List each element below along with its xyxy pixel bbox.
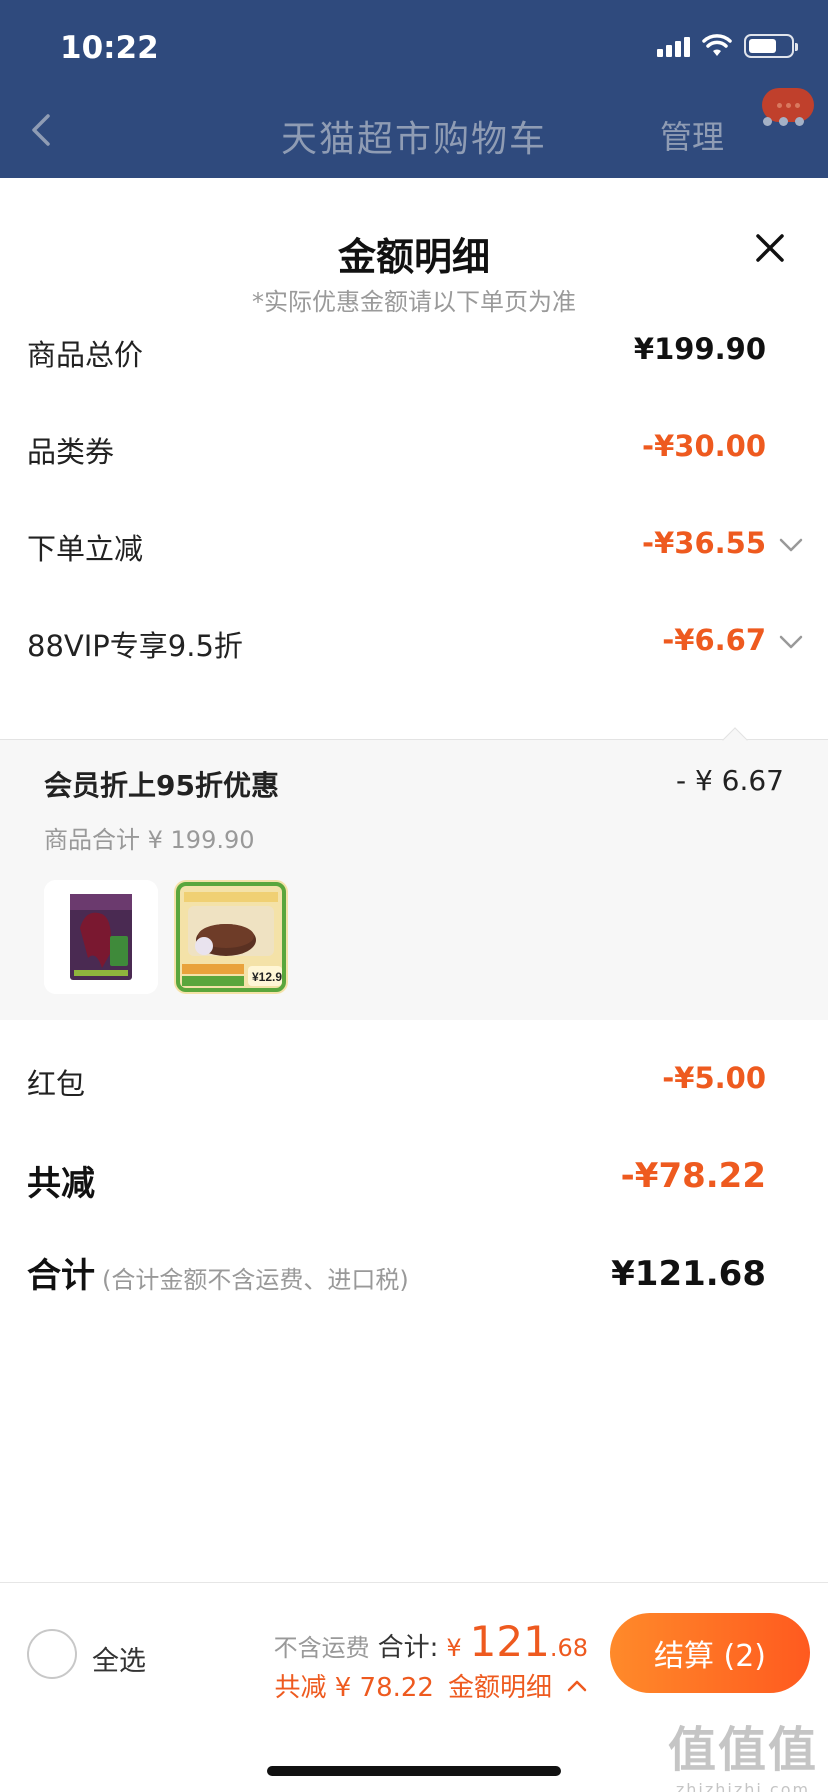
header-overlay: 10:22 天猫超市购物车 管理 <box>0 0 828 178</box>
vip-discount-panel: 会员折上95折优惠 - ¥ 6.67 商品合计 ¥ 199.90 ¥12.9 <box>0 740 828 1020</box>
chevron-up-icon[interactable] <box>566 1675 588 1697</box>
total-label: 合计: <box>377 1633 439 1663</box>
sum-value: ¥121.68 <box>611 1254 766 1294</box>
signal-icon <box>657 35 690 57</box>
sheet-subtitle: *实际优惠金额请以下单页为准 <box>252 288 576 316</box>
row-value: -¥5.00 <box>662 1061 766 1095</box>
detail-link-label[interactable]: 金额明细 <box>448 1667 552 1704</box>
row-instant-discount[interactable]: 下单立减 -¥36.55 <box>0 516 828 576</box>
total-discount-label: 共减 <box>27 1164 95 1204</box>
status-time: 10:22 <box>60 30 159 66</box>
row-label: 88VIP专享9.5折 <box>27 629 243 663</box>
sum-note: (合计金额不含运费、进口税) <box>102 1266 409 1294</box>
amount-detail-sheet: 金额明细 *实际优惠金额请以下单页为准 商品总价 ¥199.90 品类券 -¥3… <box>0 178 828 1792</box>
row-label: 品类券 <box>27 435 115 469</box>
row-label: 下单立减 <box>27 532 144 566</box>
bottom-total: 不含运费 合计: ¥ 121 .68 <box>274 1617 588 1666</box>
row-red-packet: 红包 -¥5.00 <box>0 1051 828 1111</box>
status-icons <box>657 34 798 58</box>
row-category-coupon: 品类券 -¥30.00 <box>0 419 828 479</box>
home-indicator[interactable] <box>267 1766 561 1776</box>
discount-text: 共减 ¥ 78.22 <box>274 1673 434 1703</box>
chevron-down-icon[interactable] <box>778 532 804 558</box>
select-all-label[interactable]: 全选 <box>92 1639 146 1678</box>
row-vip-discount[interactable]: 88VIP专享9.5折 -¥6.67 <box>0 613 828 673</box>
row-label: 红包 <box>27 1067 86 1101</box>
screen: 10:22 天猫超市购物车 管理 金额明细 *实际优惠金额请以下单页为准 商品总… <box>0 0 828 1792</box>
watermark: 值值值 zhizhizhi.com <box>668 1710 818 1792</box>
total-decimal: .68 <box>549 1634 588 1662</box>
total-discount-value: -¥78.22 <box>620 1156 766 1196</box>
close-icon[interactable] <box>750 228 790 268</box>
row-value: -¥30.00 <box>642 429 766 463</box>
more-icon[interactable] <box>763 117 804 126</box>
row-value: -¥6.67 <box>662 623 766 657</box>
panel-title: 会员折上95折优惠 <box>44 769 279 802</box>
watermark-url: zhizhizhi.com <box>675 1780 811 1792</box>
product-thumbnail-hair-dye[interactable] <box>44 880 158 994</box>
panel-amount: - ¥ 6.67 <box>675 764 784 797</box>
row-sum: 合计 (合计金额不含运费、进口税) ¥121.68 <box>0 1244 828 1304</box>
product-thumbnail-cookie[interactable]: ¥12.9 <box>174 880 288 994</box>
watermark-logo: 值值值 <box>667 1722 818 1778</box>
row-value: ¥199.90 <box>633 332 766 366</box>
chevron-down-icon[interactable] <box>778 629 804 655</box>
row-label: 商品总价 <box>27 338 144 372</box>
wifi-icon <box>702 34 732 56</box>
manage-button[interactable]: 管理 <box>660 112 724 158</box>
sheet-title: 金额明细 <box>337 235 490 279</box>
panel-subtotal: 商品合计 ¥ 199.90 <box>44 826 255 854</box>
select-all-checkbox[interactable] <box>27 1629 77 1679</box>
currency-symbol: ¥ <box>446 1634 462 1662</box>
row-total-discount: 共减 -¥78.22 <box>0 1146 828 1206</box>
discount-detail-link[interactable]: 共减 ¥ 78.22 金额明细 <box>274 1667 588 1704</box>
row-product-total: 商品总价 ¥199.90 <box>0 322 828 382</box>
checkout-button[interactable]: 结算 (2) <box>610 1613 810 1693</box>
total-integer: 121 <box>469 1617 550 1666</box>
no-freight-text: 不含运费 <box>273 1634 370 1662</box>
row-value: -¥36.55 <box>642 526 766 560</box>
battery-icon <box>744 34 798 58</box>
svg-text:¥12.9: ¥12.9 <box>252 970 282 984</box>
sum-label: 合计 <box>27 1256 95 1296</box>
